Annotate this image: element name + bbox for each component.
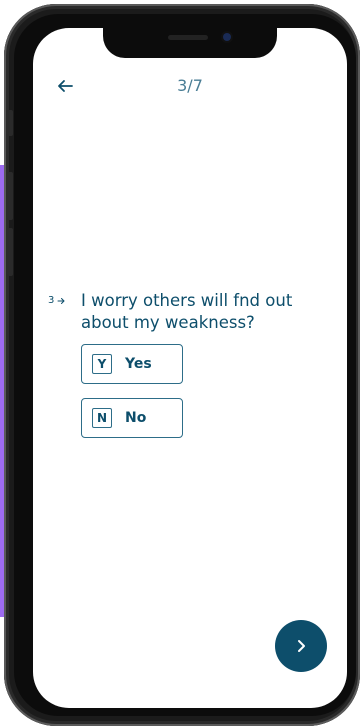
chevron-right-icon (298, 640, 305, 652)
side-button (7, 110, 13, 136)
option-yes[interactable]: Y Yes (81, 344, 183, 384)
question-number-label: 3 (48, 295, 55, 306)
option-no[interactable]: N No (81, 398, 183, 438)
question-number: 3 (48, 295, 66, 306)
question-text: I worry others will fnd out about my wea… (81, 291, 293, 332)
side-button (7, 228, 13, 276)
arrow-left-icon[interactable] (56, 77, 74, 95)
speaker-grille (168, 35, 208, 40)
option-label: Yes (125, 356, 152, 372)
side-button (7, 172, 13, 220)
front-camera (223, 33, 231, 41)
arrow-right-icon (57, 297, 66, 304)
next-button[interactable] (275, 620, 327, 672)
phone-notch (103, 26, 277, 58)
progress-indicator: 3/7 (177, 76, 203, 95)
option-label: No (125, 410, 147, 426)
option-key: N (92, 408, 112, 428)
option-key: Y (92, 354, 112, 374)
